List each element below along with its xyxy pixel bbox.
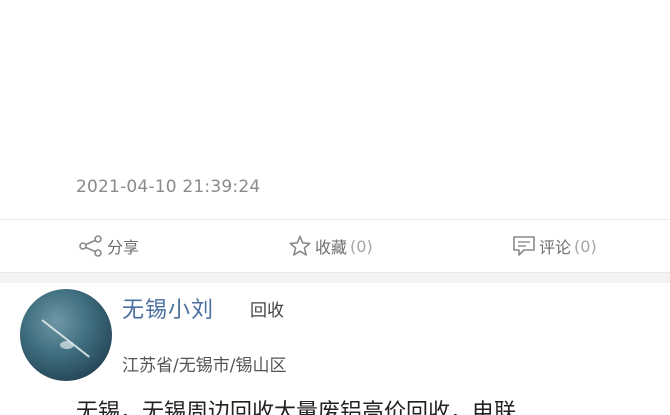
star-icon <box>288 235 312 257</box>
share-icon <box>78 235 104 257</box>
post-category-tag: 回收 <box>250 301 284 321</box>
comment-icon <box>512 235 536 257</box>
post-body-text[interactable]: 无锡，无锡周边回收大量废铝高价回收，电联 <box>76 394 516 415</box>
post-feed-page: 2021-04-10 21:39:24 分享 收藏 (0) 评论 (0) 无锡小… <box>0 0 670 415</box>
favorite-count: (0) <box>350 236 373 256</box>
share-button[interactable]: 分享 <box>78 234 139 258</box>
avatar-image-detail <box>41 319 90 358</box>
comment-label: 评论 <box>539 238 572 257</box>
post-username[interactable]: 无锡小刘 <box>122 292 214 324</box>
avatar[interactable] <box>20 289 112 381</box>
comment-count: (0) <box>574 236 597 256</box>
avatar-image-detail <box>60 341 74 349</box>
post-location: 江苏省/无锡市/锡山区 <box>122 356 287 376</box>
share-label: 分享 <box>107 238 140 257</box>
post-timestamp: 2021-04-10 21:39:24 <box>76 177 261 197</box>
section-separator <box>0 272 670 283</box>
comment-button[interactable]: 评论 (0) <box>512 234 597 258</box>
favorite-label: 收藏 <box>315 238 348 257</box>
favorite-button[interactable]: 收藏 (0) <box>288 234 373 258</box>
post-action-bar: 分享 收藏 (0) 评论 (0) <box>0 220 670 272</box>
